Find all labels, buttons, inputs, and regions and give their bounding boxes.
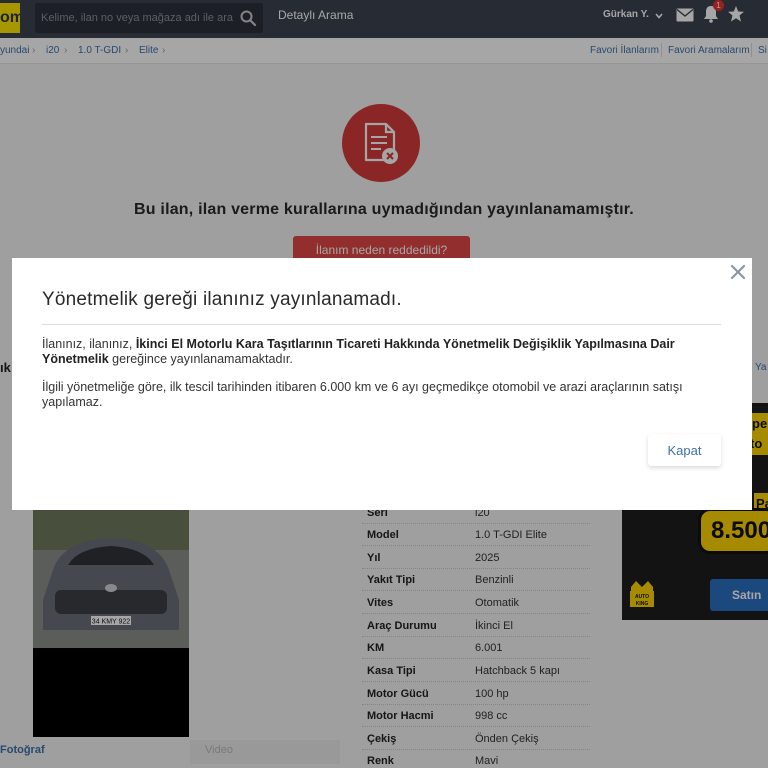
modal-paragraph: İlgili yönetmeliğe göre, ilk tescil tari… bbox=[42, 380, 683, 409]
modal-title: Yönetmelik gereği ilanınız yayınlanamadı… bbox=[42, 289, 402, 310]
regulation-modal: Yönetmelik gereği ilanınız yayınlanamadı… bbox=[12, 258, 752, 510]
close-icon[interactable] bbox=[728, 262, 748, 282]
close-button[interactable]: Kapat bbox=[648, 434, 721, 466]
divider bbox=[42, 324, 721, 325]
modal-paragraph: İlanınız, ilanınız, İkinci El Motorlu Ka… bbox=[42, 337, 675, 366]
